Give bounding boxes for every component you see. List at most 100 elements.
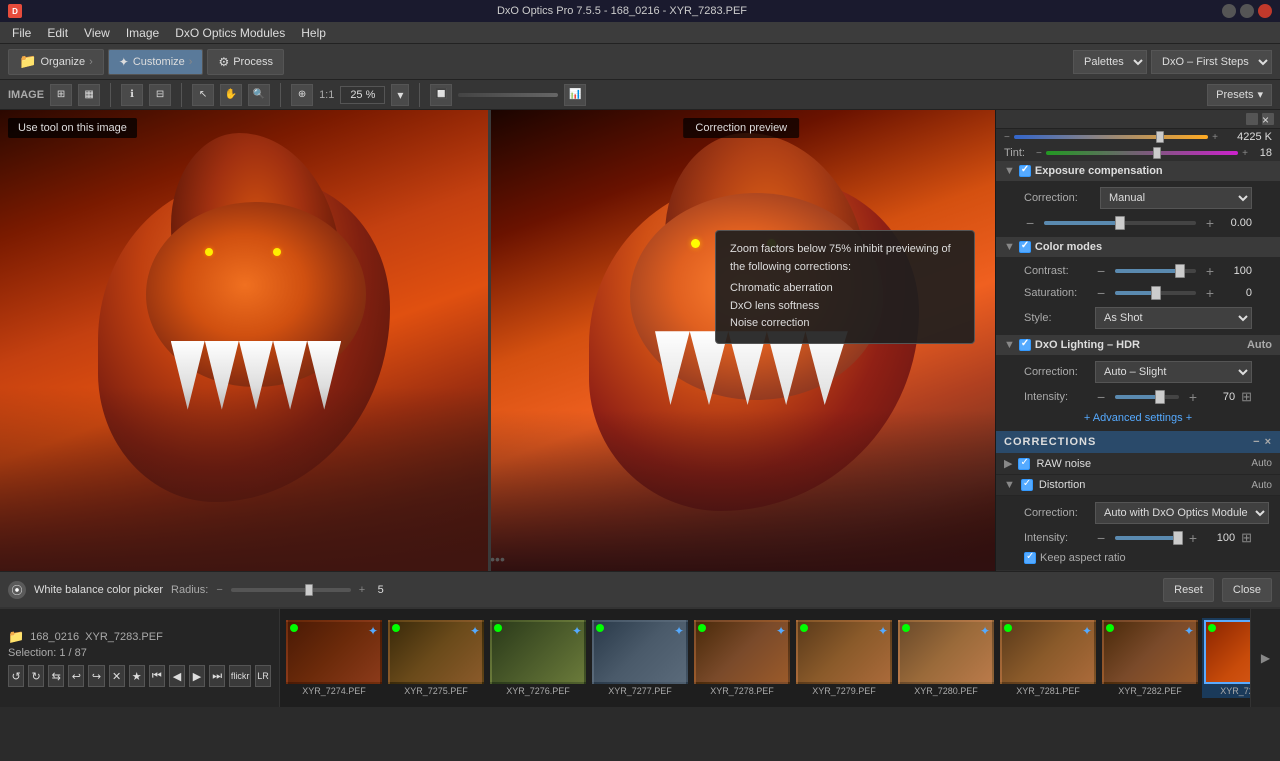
film-item[interactable]: ✦ XYR_7278.PEF [692,618,792,698]
close-button[interactable] [1258,4,1272,18]
distortion-options-button[interactable]: ⊞ [1241,530,1252,546]
style-select[interactable]: As Shot [1095,307,1252,329]
palettes-select[interactable]: Palettes [1073,50,1147,74]
menu-view[interactable]: View [76,24,118,42]
film-item[interactable]: ✦ XYR_7280.PEF [896,618,996,698]
pointer-tool[interactable]: ↖ [192,84,214,106]
reset-button[interactable]: Reset [1163,578,1214,602]
menu-edit[interactable]: Edit [39,24,76,42]
hdr-checkbox[interactable] [1019,339,1031,351]
keep-aspect-checkbox[interactable] [1024,552,1036,564]
exposure-correction-select[interactable]: Manual [1100,187,1252,209]
saturation-slider[interactable] [1115,291,1196,295]
star-button[interactable]: ★ [129,665,145,687]
minus-tint-icon[interactable]: − [1036,148,1042,159]
plus-radius-icon[interactable]: + [359,584,365,596]
film-item-selected[interactable]: ✦ XYR_7283.PEF [1202,618,1250,698]
plus-saturation-button[interactable]: + [1204,285,1216,301]
menu-dxo-optics[interactable]: DxO Optics Modules [167,24,293,42]
distortion-checkbox[interactable] [1021,479,1033,491]
hand-tool[interactable]: ✋ [220,84,242,106]
raw-noise-checkbox[interactable] [1018,458,1030,470]
distortion-correction-select[interactable]: Auto with DxO Optics Module [1095,502,1269,524]
customize-button[interactable]: ✦ Customize › [108,49,204,75]
rotate-right-button[interactable]: ↻ [28,665,44,687]
rotate-left-button[interactable]: ↺ [8,665,24,687]
film-item[interactable]: ✦ XYR_7276.PEF [488,618,588,698]
exposure-section-header[interactable]: ▼ Exposure compensation [996,161,1280,181]
collapse-palettes-button[interactable] [1246,113,1258,125]
menu-help[interactable]: Help [293,24,334,42]
minus-exposure-button[interactable]: − [1024,215,1036,231]
zoom-dropdown[interactable]: ▾ [391,84,409,106]
plus-dist-button[interactable]: + [1187,530,1199,546]
plus-hdr-button[interactable]: + [1187,389,1199,405]
maximize-button[interactable] [1240,4,1254,18]
distortion-slider[interactable] [1115,536,1179,540]
plus-exposure-button[interactable]: + [1204,215,1216,231]
exposure-slider-mini[interactable] [458,93,558,97]
presets-button[interactable]: Presets ▾ [1207,84,1272,106]
hdr-options-button[interactable]: ⊞ [1241,389,1252,405]
undo-button[interactable]: ↩ [68,665,84,687]
process-button[interactable]: ⚙ Process [207,49,284,75]
film-item[interactable]: ✦ XYR_7282.PEF [1100,618,1200,698]
minus-saturation-button[interactable]: − [1095,285,1107,301]
redo-button[interactable]: ↪ [88,665,104,687]
close-wb-button[interactable]: Close [1222,578,1272,602]
delete-button[interactable]: ✕ [109,665,125,687]
histogram-button[interactable]: 📊 [564,84,586,106]
corrections-close-button[interactable]: × [1265,436,1272,448]
lr-button[interactable]: LR [255,665,271,687]
exposure-slider[interactable] [1044,221,1196,225]
menu-image[interactable]: Image [118,24,167,42]
minus-radius-icon[interactable]: − [216,584,222,596]
plus-tint-icon[interactable]: + [1242,148,1248,159]
flip-h-button[interactable]: ⇆ [48,665,64,687]
organize-button[interactable]: 📁 Organize › [8,49,104,75]
film-item[interactable]: ✦ XYR_7277.PEF [590,618,690,698]
zoom-tool[interactable]: 🔍 [248,84,270,106]
minus-dist-button[interactable]: − [1095,530,1107,546]
film-item[interactable]: ✦ XYR_7279.PEF [794,618,894,698]
first-steps-select[interactable]: DxO – First Steps [1151,50,1272,74]
corrections-collapse-button[interactable]: − [1253,436,1260,448]
raw-noise-expand[interactable]: ▶ [1004,457,1012,470]
crop-tool[interactable]: ⊕ [291,84,313,106]
advanced-settings-link[interactable]: + Advanced settings + [1016,408,1260,428]
fit-image-button[interactable]: ⊞ [50,84,72,106]
tint-slider[interactable] [1046,151,1238,155]
minimize-button[interactable] [1222,4,1236,18]
film-item[interactable]: ✦ XYR_7281.PEF [998,618,1098,698]
nav-next-button[interactable]: ▶ [189,665,205,687]
film-item[interactable]: ✦ XYR_7274.PEF [284,618,384,698]
temperature-slider[interactable] [1014,135,1208,139]
contrast-slider[interactable] [1115,269,1196,273]
radius-slider[interactable] [231,588,351,592]
hdr-correction-select[interactable]: Auto – Slight [1095,361,1252,383]
color-modes-checkbox[interactable] [1019,241,1031,253]
white-balance-tool[interactable]: 🔲 [430,84,452,106]
nav-last-button[interactable]: ⏭ [209,665,225,687]
plus-contrast-button[interactable]: + [1204,263,1216,279]
nav-prev-button[interactable]: ◀ [169,665,185,687]
image-area[interactable]: Use tool on this image Correction prev [0,110,995,571]
minus-hdr-button[interactable]: − [1095,389,1107,405]
color-modes-header[interactable]: ▼ Color modes [996,237,1280,257]
grid-button[interactable]: ⊟ [149,84,171,106]
view-mode-button[interactable]: ▦ [78,84,100,106]
plus-temp-icon[interactable]: + [1212,132,1218,143]
filmstrip-scroll-right[interactable]: ▶ [1250,609,1280,707]
hdr-section-header[interactable]: ▼ DxO Lighting – HDR Auto [996,335,1280,355]
nav-first-button[interactable]: ⏮ [149,665,165,687]
menu-file[interactable]: File [4,24,39,42]
info-button[interactable]: ℹ [121,84,143,106]
exposure-checkbox[interactable] [1019,165,1031,177]
panel-divider[interactable] [488,110,491,571]
hdr-slider[interactable] [1115,395,1179,399]
minus-temp-icon[interactable]: − [1004,132,1010,143]
film-item[interactable]: ✦ XYR_7275.PEF [386,618,486,698]
minus-contrast-button[interactable]: − [1095,263,1107,279]
close-palettes-button[interactable]: × [1262,113,1274,125]
distortion-expand[interactable]: ▼ [1004,479,1015,491]
